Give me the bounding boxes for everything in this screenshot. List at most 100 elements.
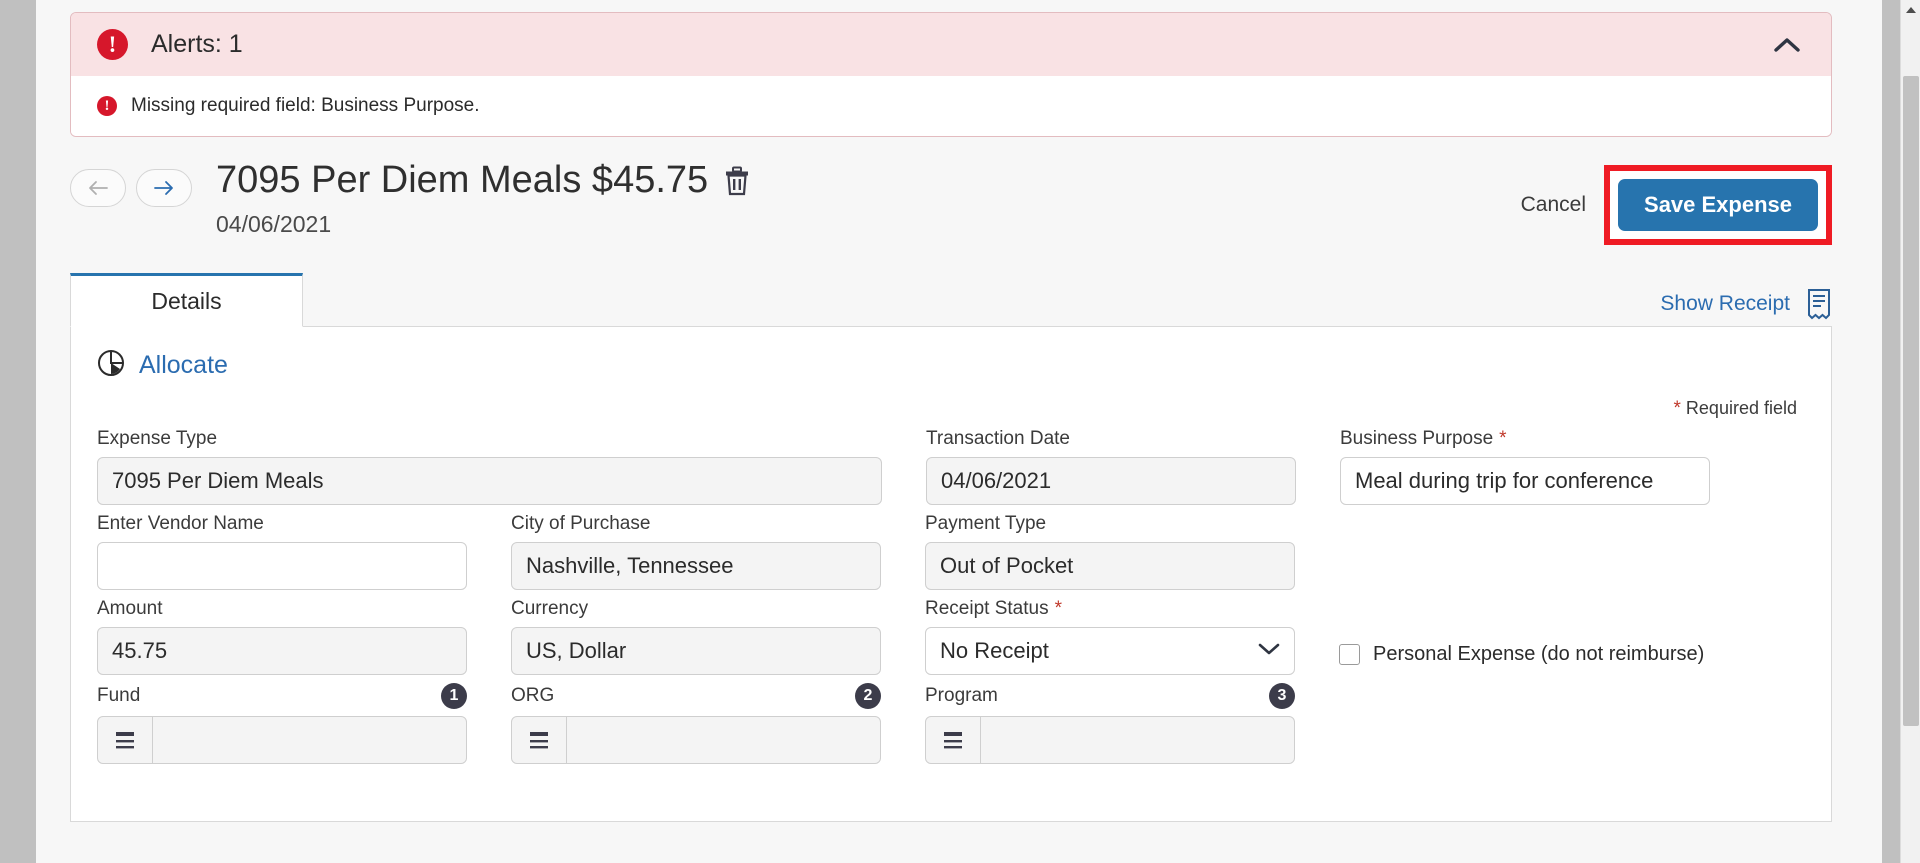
program-label-row: Program 3 <box>925 683 1295 709</box>
required-asterisk: * <box>1499 428 1507 449</box>
field-org: ORG 2 <box>511 683 881 764</box>
vendor-name-input[interactable] <box>97 542 467 590</box>
exclamation-circle-icon: ! <box>97 29 128 60</box>
browser-viewport: ! Alerts: 1 ! Missing required field: Bu… <box>0 0 1920 863</box>
form-row-2: Enter Vendor Name City of Purchase Nashv… <box>97 513 1805 590</box>
org-label: ORG <box>511 685 555 706</box>
org-lookup-icon[interactable] <box>512 717 568 763</box>
scrollbar-up-button[interactable] <box>1901 0 1920 20</box>
field-amount: Amount 45.75 <box>97 598 467 675</box>
currency-label: Currency <box>511 598 589 619</box>
fund-label-row: Fund 1 <box>97 683 467 709</box>
page-canvas: ! Alerts: 1 ! Missing required field: Bu… <box>36 0 1882 863</box>
field-fund: Fund 1 <box>97 683 467 764</box>
receipt-status-label: Receipt Status * <box>925 598 1295 620</box>
chevron-up-icon[interactable] <box>1769 27 1805 63</box>
record-navigation <box>70 161 192 207</box>
program-lookup-icon[interactable] <box>926 717 982 763</box>
currency-input[interactable]: US, Dollar <box>511 627 881 675</box>
city-of-purchase-label: City of Purchase <box>511 513 651 534</box>
personal-expense-label: Personal Expense (do not reimburse) <box>1373 643 1705 665</box>
receipt-status-select[interactable]: No Receipt <box>925 627 1295 675</box>
program-input[interactable] <box>925 716 1295 764</box>
header-actions: Cancel Save Expense <box>1521 161 1832 245</box>
field-program: Program 3 <box>925 683 1295 764</box>
program-step-badge: 3 <box>1269 683 1295 709</box>
tab-strip: Details Show Receipt <box>70 273 1832 327</box>
fund-input[interactable] <box>97 716 467 764</box>
org-label-row: ORG 2 <box>511 683 881 709</box>
receipt-status-value: No Receipt <box>940 638 1049 663</box>
org-input[interactable] <box>511 716 881 764</box>
expense-date: 04/06/2021 <box>216 210 332 237</box>
city-of-purchase-input[interactable]: Nashville, Tennessee <box>511 542 881 590</box>
show-receipt-button[interactable]: Show Receipt <box>1660 288 1832 326</box>
personal-expense-checkbox[interactable] <box>1339 644 1360 665</box>
program-label: Program <box>925 685 998 706</box>
form-row-1: Expense Type 7095 Per Diem Meals Transac… <box>97 428 1805 505</box>
form-row-3: Amount 45.75 Currency US, Dollar Receipt… <box>97 598 1805 675</box>
alerts-header[interactable]: ! Alerts: 1 <box>71 13 1831 76</box>
exclamation-circle-icon: ! <box>97 96 117 116</box>
previous-expense-button[interactable] <box>70 169 126 207</box>
details-card: Allocate * Required field Expense Type 7… <box>70 327 1832 822</box>
field-payment-type: Payment Type Out of Pocket <box>925 513 1295 590</box>
expense-header: 7095 Per Diem Meals $45.75 04/06/2021 Ca… <box>70 159 1832 245</box>
save-button-highlight: Save Expense <box>1604 165 1832 245</box>
save-expense-button[interactable]: Save Expense <box>1618 179 1818 231</box>
required-asterisk: * <box>1673 398 1681 419</box>
page-scrollbar[interactable] <box>1900 0 1920 863</box>
transaction-date-label: Transaction Date <box>926 428 1070 449</box>
payment-type-label: Payment Type <box>925 513 1047 534</box>
alert-message-row: ! Missing required field: Business Purpo… <box>71 76 1831 136</box>
required-field-label: Required field <box>1685 398 1797 418</box>
next-expense-button[interactable] <box>136 169 192 207</box>
expense-title-block: 7095 Per Diem Meals $45.75 04/06/2021 <box>216 159 750 238</box>
fund-label: Fund <box>97 685 141 706</box>
vendor-name-label: Enter Vendor Name <box>97 513 264 534</box>
page-title-text: 7095 Per Diem Meals $45.75 <box>216 159 709 201</box>
receipt-icon <box>1806 288 1832 320</box>
allocate-button[interactable]: Allocate <box>97 349 228 382</box>
tab-details[interactable]: Details <box>70 273 303 327</box>
amount-input[interactable]: 45.75 <box>97 627 467 675</box>
required-field-note: * Required field <box>97 398 1805 420</box>
field-vendor-name: Enter Vendor Name <box>97 513 467 590</box>
show-receipt-label: Show Receipt <box>1660 292 1790 315</box>
alerts-title: Alerts: 1 <box>151 30 243 58</box>
fund-step-badge: 1 <box>441 683 467 709</box>
allocate-label: Allocate <box>139 351 228 379</box>
program-value[interactable] <box>981 717 1294 763</box>
org-step-badge: 2 <box>855 683 881 709</box>
business-purpose-label-text: Business Purpose <box>1340 428 1494 449</box>
field-transaction-date: Transaction Date 04/06/2021 <box>926 428 1296 505</box>
trash-icon[interactable] <box>724 166 750 196</box>
arrow-left-icon <box>89 181 108 195</box>
field-receipt-status: Receipt Status * No Receipt <box>925 598 1295 675</box>
business-purpose-input[interactable]: Meal during trip for conference <box>1340 457 1710 505</box>
field-city-of-purchase: City of Purchase Nashville, Tennessee <box>511 513 881 590</box>
field-expense-type: Expense Type 7095 Per Diem Meals <box>97 428 882 505</box>
cancel-button[interactable]: Cancel <box>1521 193 1586 217</box>
payment-type-input[interactable]: Out of Pocket <box>925 542 1295 590</box>
alert-message-text: Missing required field: Business Purpose… <box>131 95 480 116</box>
chevron-down-icon <box>1258 641 1280 661</box>
required-asterisk: * <box>1054 598 1062 619</box>
receipt-status-label-text: Receipt Status <box>925 598 1049 619</box>
field-currency: Currency US, Dollar <box>511 598 881 675</box>
expense-type-label: Expense Type <box>97 428 218 449</box>
pie-chart-icon <box>97 349 125 382</box>
amount-label: Amount <box>97 598 163 619</box>
expense-type-input[interactable]: 7095 Per Diem Meals <box>97 457 882 505</box>
fund-lookup-icon[interactable] <box>98 717 154 763</box>
field-personal-expense: Personal Expense (do not reimburse) <box>1339 598 1704 675</box>
transaction-date-input[interactable]: 04/06/2021 <box>926 457 1296 505</box>
business-purpose-label: Business Purpose * <box>1340 428 1710 450</box>
page-title: 7095 Per Diem Meals $45.75 <box>216 159 750 201</box>
alerts-panel: ! Alerts: 1 ! Missing required field: Bu… <box>70 12 1832 137</box>
form-row-4: Fund 1 ORG 2 Program 3 <box>97 683 1805 764</box>
org-value[interactable] <box>567 717 880 763</box>
fund-value[interactable] <box>153 717 466 763</box>
scrollbar-thumb[interactable] <box>1903 76 1919 726</box>
field-business-purpose: Business Purpose * Meal during trip for … <box>1340 428 1710 505</box>
